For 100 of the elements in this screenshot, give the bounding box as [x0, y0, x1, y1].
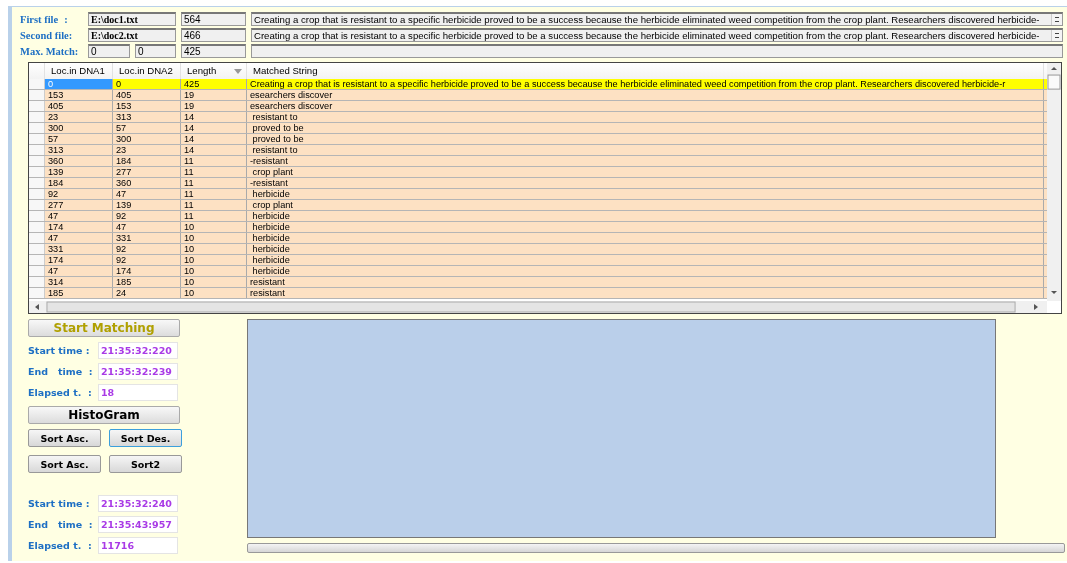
table-cell: resistant to	[247, 112, 1044, 122]
table-cell: 139	[113, 200, 181, 210]
file-path-field[interactable]: E:\doc1.txt	[88, 12, 176, 26]
sort-button[interactable]: Sort2	[109, 455, 182, 473]
row-header[interactable]	[29, 134, 45, 144]
table-cell: 139	[45, 167, 113, 177]
length-field[interactable]: 466	[181, 28, 246, 42]
time-field[interactable]: 21:35:43:957	[98, 516, 178, 533]
sort-button[interactable]: Sort Des.	[109, 429, 182, 447]
row-header[interactable]	[29, 112, 45, 122]
row-header[interactable]	[29, 255, 45, 265]
row-header[interactable]	[29, 233, 45, 243]
table-row[interactable]: 23 313 14 resistant to	[29, 112, 1047, 123]
file-path-field[interactable]: E:\doc2.txt	[88, 28, 176, 42]
table-cell: 10	[181, 266, 247, 276]
table-row[interactable]: 360 184 11 -resistant	[29, 156, 1047, 167]
sort-button[interactable]: Sort Asc.	[28, 429, 101, 447]
table-cell: 92	[113, 211, 181, 221]
content-field[interactable]: Creating a crop that is resistant to a specific herbicide proved to be a success because the herbicide eliminated weed competition from the crop plant. Researchers discovered herbicide-	[251, 12, 1063, 26]
table-cell: -resistant	[247, 156, 1044, 166]
table-cell: 185	[113, 277, 181, 287]
table-cell: 11	[181, 167, 247, 177]
table-row[interactable]: 153 405 19 esearchers discover	[29, 90, 1047, 101]
table-cell: herbicide	[247, 266, 1044, 276]
table-cell: 10	[181, 244, 247, 254]
time-field[interactable]: 18	[98, 384, 178, 401]
length-field[interactable]: 564	[181, 12, 246, 26]
field-label: Start time :	[28, 345, 91, 356]
table-cell: 47	[45, 211, 113, 221]
table-cell: esearchers discover	[247, 90, 1044, 100]
length-field[interactable]: 425	[181, 44, 246, 58]
table-row[interactable]: 313 23 14 resistant to	[29, 145, 1047, 156]
row-header[interactable]	[29, 211, 45, 221]
time-field[interactable]: 21:35:32:240	[98, 495, 178, 512]
histogram-button[interactable]: HistoGram	[28, 406, 180, 424]
field-label: End time :	[28, 366, 94, 377]
table-cell: 47	[45, 233, 113, 243]
spin-icon[interactable]	[1051, 30, 1062, 41]
table-row[interactable]: 331 92 10 herbicide	[29, 244, 1047, 255]
location-field[interactable]: 0	[88, 44, 130, 58]
location-field[interactable]: 0	[135, 44, 176, 58]
table-row[interactable]: 405 153 19 esearchers discover	[29, 101, 1047, 112]
field-label: Elapsed t. :	[28, 540, 93, 551]
table-cell: 314	[45, 277, 113, 287]
row-header[interactable]	[29, 244, 45, 254]
time-field[interactable]: 11716	[98, 537, 178, 554]
vertical-scrollbar[interactable]	[1047, 63, 1061, 301]
table-row[interactable]: 47 331 10 herbicide	[29, 233, 1047, 244]
row-header[interactable]	[29, 222, 45, 232]
row-header[interactable]	[29, 189, 45, 199]
table-cell: 153	[45, 90, 113, 100]
table-row[interactable]: 92 47 11 herbicide	[29, 189, 1047, 200]
table-cell: -resistant	[247, 178, 1044, 188]
content-field[interactable]: Creating a crop that is resistant to a specific herbicide proved to be a success because the herbicide eliminated weed competition from the crop plant. Researchers discovered herbicide-	[251, 28, 1063, 42]
table-row[interactable]: 300 57 14 proved to be	[29, 123, 1047, 134]
table-row[interactable]: 174 47 10 herbicide	[29, 222, 1047, 233]
table-cell: herbicide	[247, 211, 1044, 221]
row-header[interactable]	[29, 178, 45, 188]
table-cell: esearchers discover	[247, 101, 1044, 111]
table-row[interactable]: 47 92 11 herbicide	[29, 211, 1047, 222]
row-header[interactable]	[29, 101, 45, 111]
table-cell: 47	[45, 266, 113, 276]
row-header[interactable]	[29, 79, 45, 89]
table-cell: 92	[45, 189, 113, 199]
row-header[interactable]	[29, 288, 45, 298]
table-cell: herbicide	[247, 233, 1044, 243]
table-cell: 331	[45, 244, 113, 254]
time-field[interactable]: 21:35:32:239	[98, 363, 178, 380]
time-field[interactable]: 21:35:32:220	[98, 342, 178, 359]
sort-button[interactable]: Sort Asc.	[28, 455, 101, 473]
table-cell: 10	[181, 277, 247, 287]
table-cell: 153	[113, 101, 181, 111]
table-row[interactable]: 47 174 10 herbicide	[29, 266, 1047, 277]
table-row[interactable]: 57 300 14 proved to be	[29, 134, 1047, 145]
sort-arrow-icon	[234, 68, 242, 74]
table-cell: 11	[181, 200, 247, 210]
field-label: Start time :	[28, 498, 91, 509]
row-header[interactable]	[29, 123, 45, 133]
table-cell: 184	[45, 178, 113, 188]
row-header[interactable]	[29, 277, 45, 287]
table-row[interactable]: 184 360 11 -resistant	[29, 178, 1047, 189]
table-cell: herbicide	[247, 189, 1044, 199]
field-label: End time :	[28, 519, 94, 530]
row-header[interactable]	[29, 200, 45, 210]
table-row[interactable]: 314 185 10 resistant	[29, 277, 1047, 288]
row-header[interactable]	[29, 266, 45, 276]
table-row[interactable]: 174 92 10 herbicide	[29, 255, 1047, 266]
table-row[interactable]: 139 277 11 crop plant	[29, 167, 1047, 178]
table-cell: 0	[45, 79, 113, 89]
row-header[interactable]	[29, 167, 45, 177]
spin-icon[interactable]	[1051, 14, 1062, 25]
table-cell: 47	[113, 189, 181, 199]
table-cell: herbicide	[247, 244, 1044, 254]
table-cell: 277	[113, 167, 181, 177]
table-row[interactable]: 185 24 10 resistant	[29, 288, 1047, 299]
row-header[interactable]	[29, 145, 45, 155]
row-header[interactable]	[29, 156, 45, 166]
table-row[interactable]: 277 139 11 crop plant	[29, 200, 1047, 211]
table-cell: resistant	[247, 277, 1044, 287]
row-header[interactable]	[29, 90, 45, 100]
